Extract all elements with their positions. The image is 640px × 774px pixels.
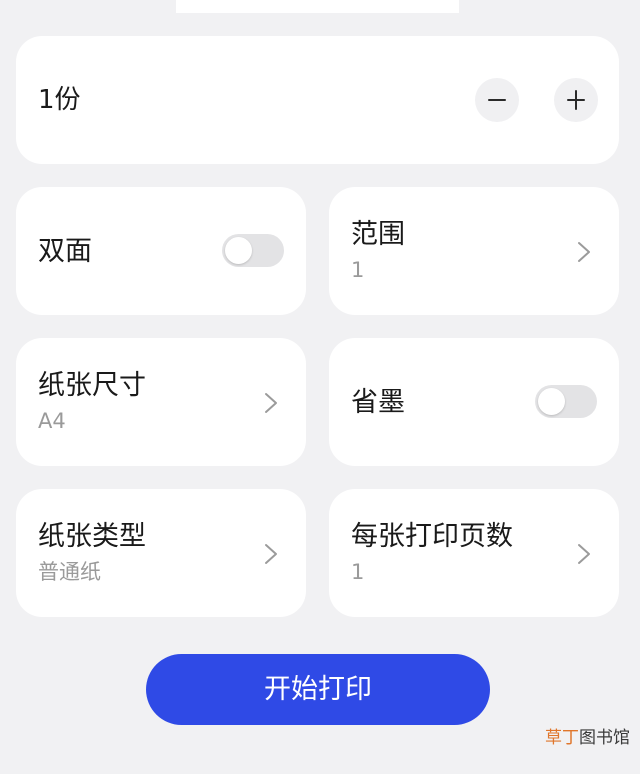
watermark: 草丁图书馆 — [545, 728, 630, 748]
paper-size-value: A4 — [38, 409, 66, 433]
range-label: 范围 — [351, 219, 405, 250]
ink-saving-option-card[interactable]: 省墨 — [329, 338, 619, 466]
pages-per-sheet-label: 每张打印页数 — [351, 521, 513, 552]
ink-saving-toggle[interactable] — [535, 385, 597, 418]
chevron-right-icon — [578, 242, 590, 262]
range-option-card[interactable]: 范围 1 — [329, 187, 619, 315]
paper-type-option-card[interactable]: 纸张类型 普通纸 — [16, 489, 306, 617]
paper-type-label: 纸张类型 — [38, 521, 146, 552]
decrease-copies-button[interactable] — [475, 78, 519, 122]
paper-size-label: 纸张尺寸 — [38, 370, 146, 401]
watermark-part2: 图书馆 — [579, 728, 630, 748]
start-print-button[interactable]: 开始打印 — [146, 654, 490, 725]
copies-count-label: 1份 — [38, 85, 81, 115]
top-panel-edge — [176, 0, 459, 13]
pages-per-sheet-option-card[interactable]: 每张打印页数 1 — [329, 489, 619, 617]
duplex-label: 双面 — [38, 236, 92, 267]
chevron-right-icon — [265, 393, 277, 413]
duplex-option-card[interactable]: 双面 — [16, 187, 306, 315]
toggle-knob — [538, 388, 565, 415]
ink-saving-label: 省墨 — [351, 387, 405, 418]
paper-size-option-card[interactable]: 纸张尺寸 A4 — [16, 338, 306, 466]
chevron-right-icon — [265, 544, 277, 564]
pages-per-sheet-value: 1 — [351, 560, 365, 584]
copies-card: 1份 — [16, 36, 619, 164]
increase-copies-button[interactable] — [554, 78, 598, 122]
watermark-part1: 草丁 — [545, 728, 579, 748]
duplex-toggle[interactable] — [222, 234, 284, 267]
minus-icon — [488, 99, 506, 101]
range-value: 1 — [351, 258, 365, 282]
paper-type-value: 普通纸 — [38, 560, 101, 584]
toggle-knob — [225, 237, 252, 264]
chevron-right-icon — [578, 544, 590, 564]
